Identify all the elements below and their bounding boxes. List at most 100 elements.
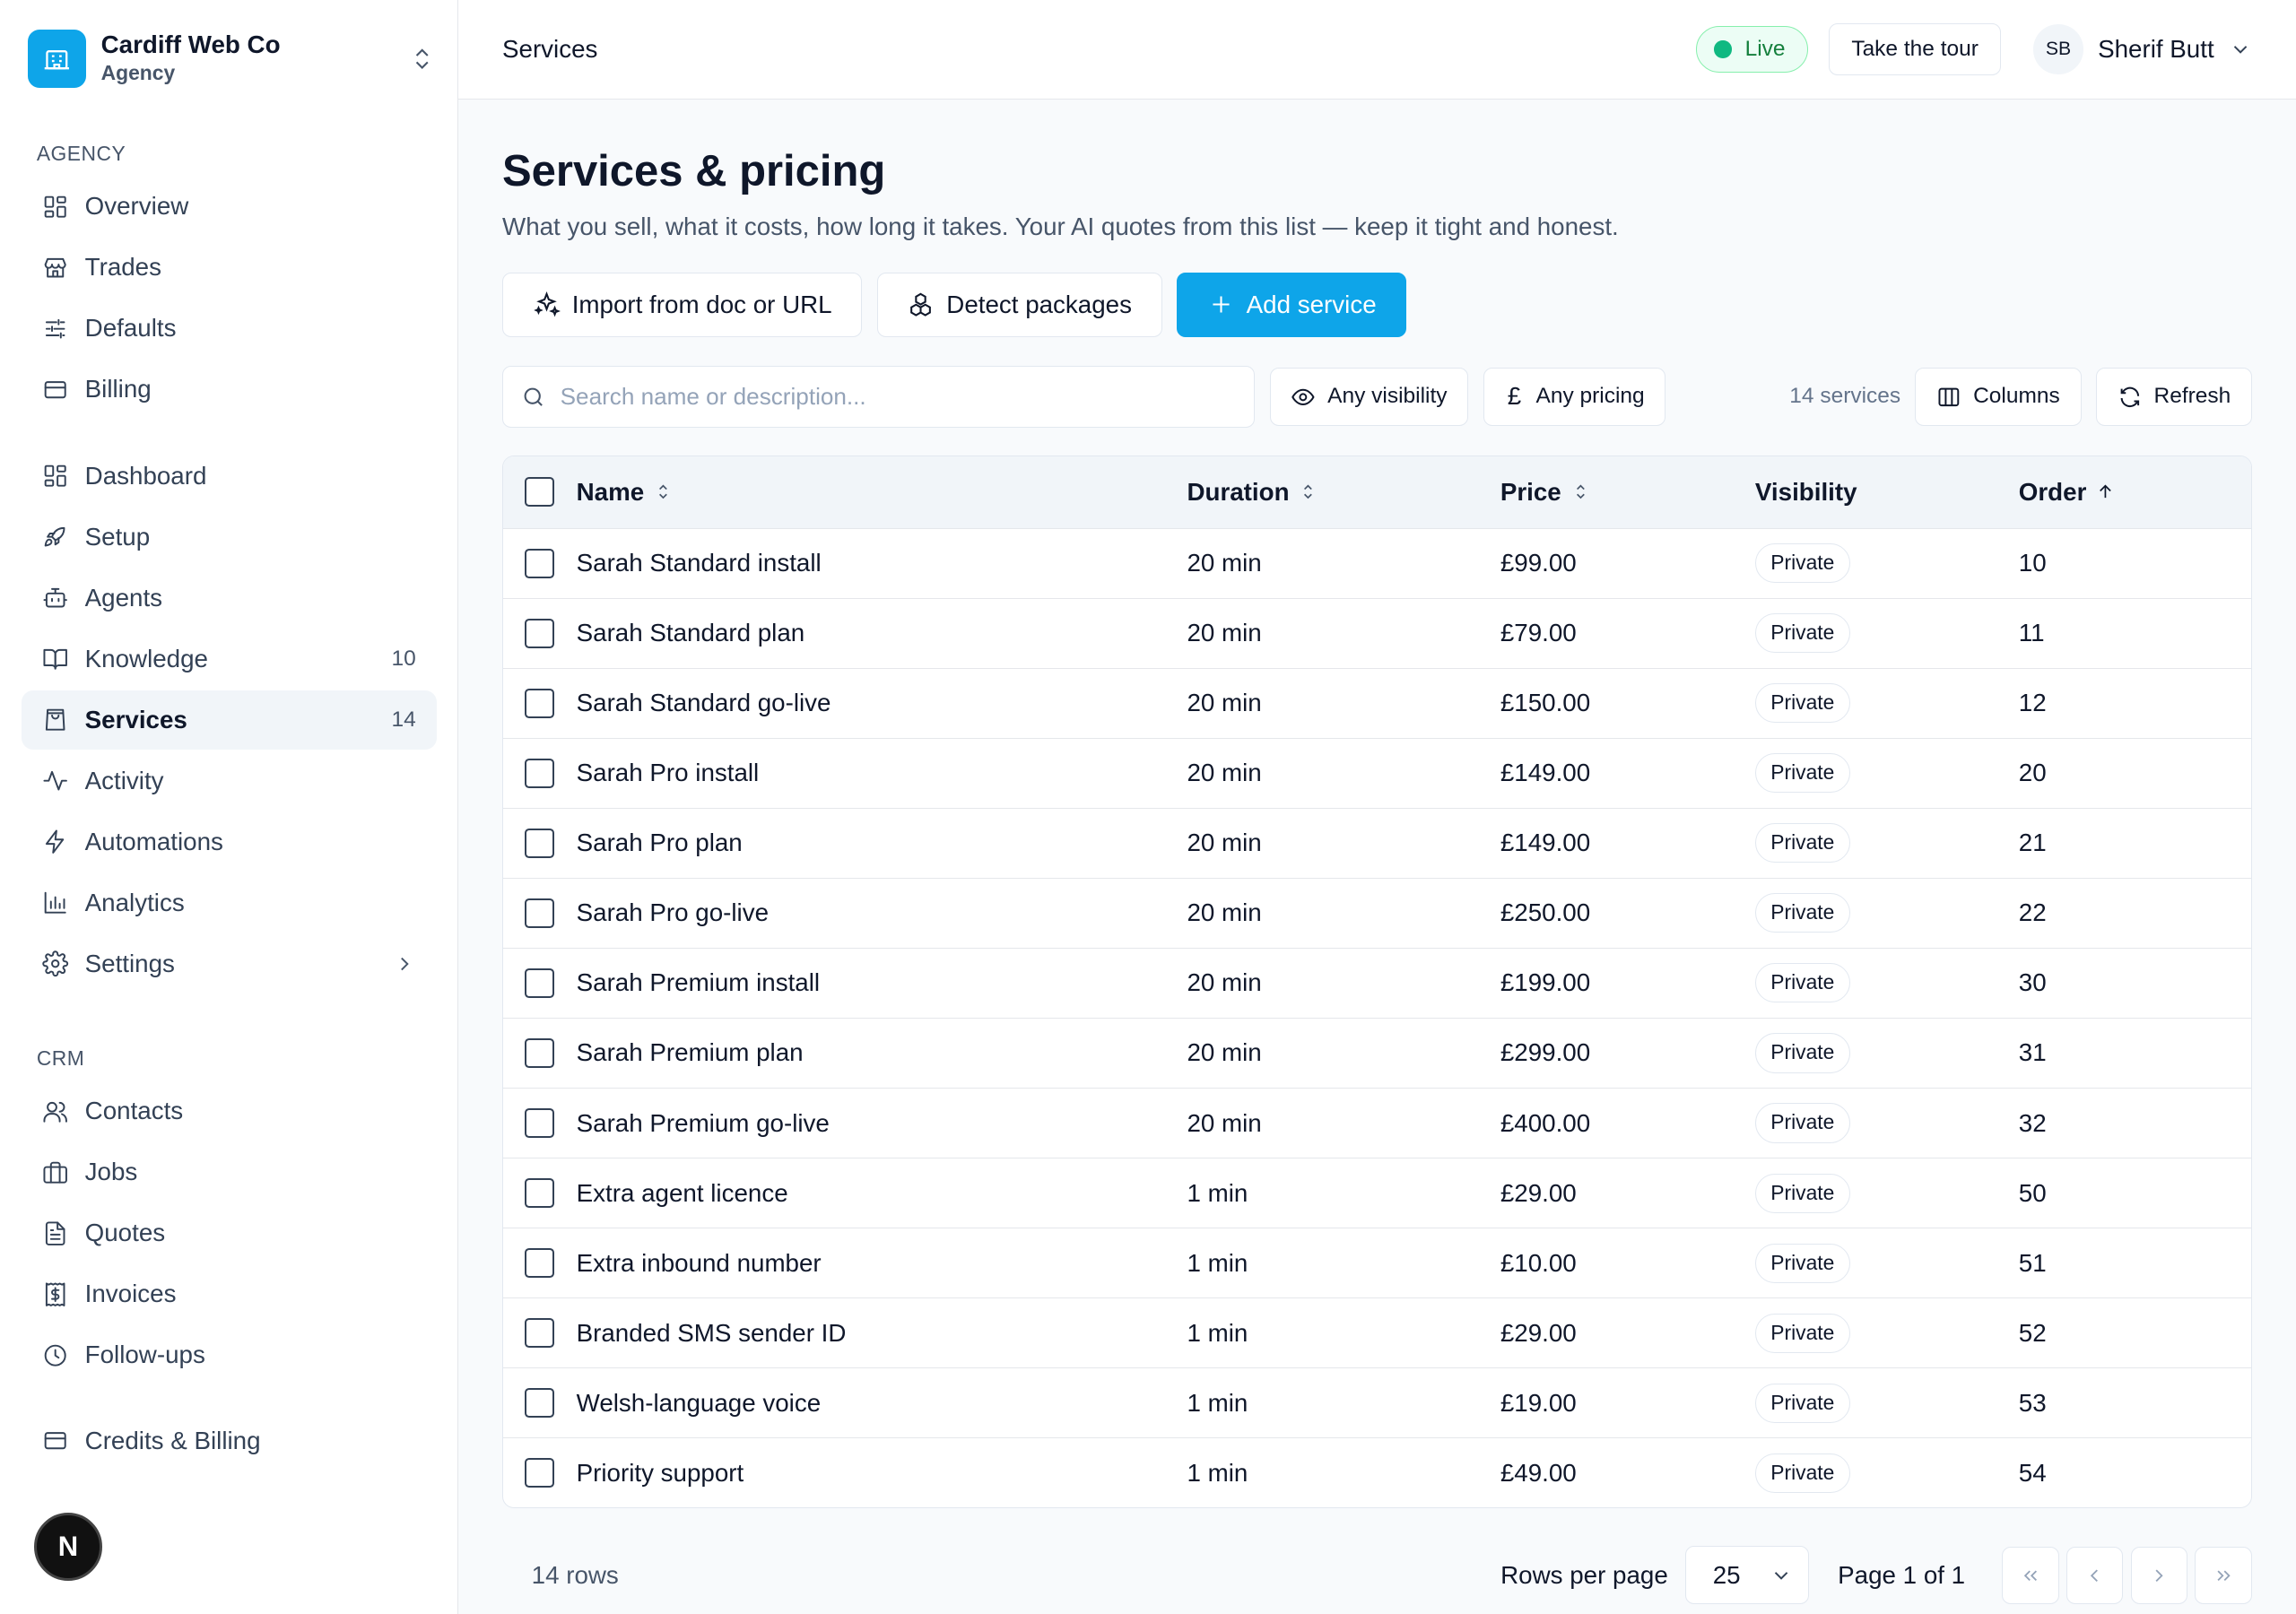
row-checkbox[interactable] — [525, 1248, 555, 1278]
table-row[interactable]: Sarah Standard plan 20 min £79.00 Private 11 — [503, 597, 2252, 668]
sidebar-item-knowledge[interactable]: Knowledge 10 — [22, 629, 436, 688]
org-name: Cardiff Web Co — [100, 30, 281, 59]
header-price[interactable]: Price — [1500, 478, 1755, 507]
search-input[interactable] — [560, 382, 1237, 411]
table-row[interactable]: Sarah Premium go-live 20 min £400.00 Privat… — [503, 1088, 2252, 1158]
row-checkbox[interactable] — [525, 829, 555, 858]
row-checkbox[interactable] — [525, 618, 555, 648]
header-duration[interactable]: Duration — [1187, 478, 1500, 507]
table-row[interactable]: Sarah Pro plan 20 min £149.00 Private 21 — [503, 807, 2252, 878]
row-checkbox[interactable] — [525, 1388, 555, 1418]
row-checkbox[interactable] — [525, 1108, 555, 1138]
table-row[interactable]: Sarah Pro install 20 min £149.00 Private 20 — [503, 737, 2252, 808]
row-checkbox[interactable] — [525, 1038, 555, 1068]
zap-icon — [46, 829, 65, 855]
header-name[interactable]: Name — [577, 478, 1187, 507]
rows-per-page-select[interactable]: 25 — [1685, 1546, 1809, 1605]
row-checkbox[interactable] — [525, 898, 555, 928]
sidebar-item-label: Trades — [84, 253, 161, 282]
cell-order: 12 — [2018, 689, 2047, 717]
pricing-filter[interactable]: £ Any pricing — [1483, 367, 1666, 427]
table-row[interactable]: Sarah Pro go-live 20 min £250.00 Private 22 — [503, 877, 2252, 948]
table-row[interactable]: Sarah Standard install 20 min £99.00 Privat… — [503, 527, 2252, 598]
status-label: Live — [1744, 37, 1786, 61]
sidebar-item-label: Settings — [84, 950, 175, 978]
cell-name: Sarah Premium plan — [576, 1038, 804, 1067]
pound-icon: £ — [1507, 382, 1522, 411]
cell-name: Priority support — [576, 1458, 744, 1487]
sidebar-item-credits-billing[interactable]: Credits & Billing — [22, 1411, 436, 1470]
row-checkbox[interactable] — [525, 968, 555, 998]
row-checkbox[interactable] — [525, 1458, 555, 1488]
import-button[interactable]: Import from doc or URL — [502, 272, 863, 337]
table-row[interactable]: Welsh-language voice 1 min £19.00 Private 53 — [503, 1367, 2252, 1437]
building-icon — [28, 29, 87, 88]
select-all-checkbox[interactable] — [525, 477, 555, 508]
sidebar-item-jobs[interactable]: Jobs — [22, 1143, 436, 1202]
columns-button[interactable]: Columns — [1915, 367, 2082, 427]
refresh-button[interactable]: Refresh — [2095, 367, 2253, 427]
main-nav: Dashboard Setup Agents Knowledge 10 Services 1… — [22, 447, 437, 996]
table-row[interactable]: Branded SMS sender ID 1 min £29.00 Private 5… — [503, 1297, 2252, 1367]
visibility-filter[interactable]: Any visibility — [1269, 367, 1469, 427]
filter-bar: Any visibility £ Any pricing 14 services… — [502, 366, 2253, 428]
sidebar-item-defaults[interactable]: Defaults — [22, 299, 436, 358]
sidebar-item-dashboard[interactable]: Dashboard — [22, 447, 436, 505]
row-checkbox[interactable] — [525, 1318, 555, 1348]
row-checkbox[interactable] — [525, 548, 555, 578]
cell-order: 54 — [2018, 1458, 2047, 1487]
rocket-icon — [45, 526, 65, 547]
cell-name: Extra inbound number — [576, 1248, 822, 1277]
crm-nav: Contacts Jobs Quotes Invoices Follow-ups — [22, 1082, 436, 1387]
header-order[interactable]: Order — [2019, 478, 2251, 507]
sidebar-item-settings[interactable]: Settings — [22, 934, 436, 993]
user-menu[interactable]: SB Sherif Butt — [2033, 24, 2252, 74]
sidebar-item-analytics[interactable]: Analytics — [22, 873, 436, 932]
first-page-button[interactable] — [2001, 1546, 2059, 1604]
cell-order: 21 — [2018, 829, 2047, 857]
sidebar-item-services[interactable]: Services 14 — [22, 690, 437, 750]
header-name-label: Name — [576, 477, 645, 506]
org-switcher[interactable]: Cardiff Web Co Agency — [28, 28, 435, 90]
table-row[interactable]: Extra agent licence 1 min £29.00 Private 50 — [503, 1158, 2252, 1228]
sidebar-item-agents[interactable]: Agents — [22, 568, 436, 627]
sidebar-item-setup[interactable]: Setup — [22, 508, 436, 566]
sidebar-item-follow-ups[interactable]: Follow-ups — [22, 1326, 436, 1384]
last-page-button[interactable] — [2195, 1546, 2253, 1604]
table-row[interactable]: Sarah Standard go-live 20 min £150.00 Priva… — [503, 667, 2252, 738]
row-checkbox[interactable] — [525, 759, 555, 788]
cell-name: Sarah Standard go-live — [576, 689, 831, 717]
table-row[interactable]: Sarah Premium plan 20 min £299.00 Private 31 — [503, 1017, 2252, 1088]
table-row[interactable]: Sarah Premium install 20 min £199.00 Privat… — [503, 947, 2252, 1018]
detect-packages-button[interactable]: Detect packages — [876, 272, 1162, 337]
sidebar-item-activity[interactable]: Activity — [22, 751, 436, 810]
rows-per-page-label: Rows per page — [1500, 1560, 1668, 1589]
gear-icon — [42, 950, 69, 977]
table-row[interactable]: Priority support 1 min £49.00 Private 54 — [503, 1437, 2252, 1507]
dev-badge[interactable]: N — [33, 1512, 103, 1582]
sidebar-item-trades[interactable]: Trades — [22, 239, 436, 297]
row-checkbox[interactable] — [525, 689, 555, 718]
add-service-button[interactable]: Add service — [1176, 272, 1407, 337]
next-page-button[interactable] — [2130, 1546, 2188, 1604]
row-checkbox[interactable] — [525, 1178, 555, 1208]
sidebar-item-label: Contacts — [84, 1097, 184, 1125]
columns-icon — [1938, 387, 1960, 406]
sidebar-item-invoices[interactable]: Invoices — [22, 1265, 436, 1323]
prev-page-button[interactable] — [2066, 1546, 2124, 1604]
take-tour-button[interactable]: Take the tour — [1828, 22, 2002, 76]
bot-icon — [43, 587, 68, 608]
sidebar-item-quotes[interactable]: Quotes — [22, 1204, 436, 1263]
bar-chart-icon — [45, 892, 67, 915]
sidebar-item-overview[interactable]: Overview — [22, 178, 436, 236]
sidebar-item-label: Agents — [84, 583, 163, 612]
sidebar-item-automations[interactable]: Automations — [22, 812, 436, 871]
agency-nav: Overview Trades Defaults Billing — [22, 178, 436, 421]
table-row[interactable]: Extra inbound number 1 min £10.00 Private 51 — [503, 1228, 2252, 1297]
cell-price: £299.00 — [1500, 1038, 1591, 1067]
cell-order: 31 — [2018, 1038, 2047, 1067]
sidebar-item-label: Follow-ups — [84, 1341, 205, 1369]
sidebar-item-billing[interactable]: Billing — [22, 360, 436, 419]
cell-name: Sarah Standard plan — [576, 619, 805, 647]
sidebar-item-contacts[interactable]: Contacts — [22, 1082, 436, 1141]
